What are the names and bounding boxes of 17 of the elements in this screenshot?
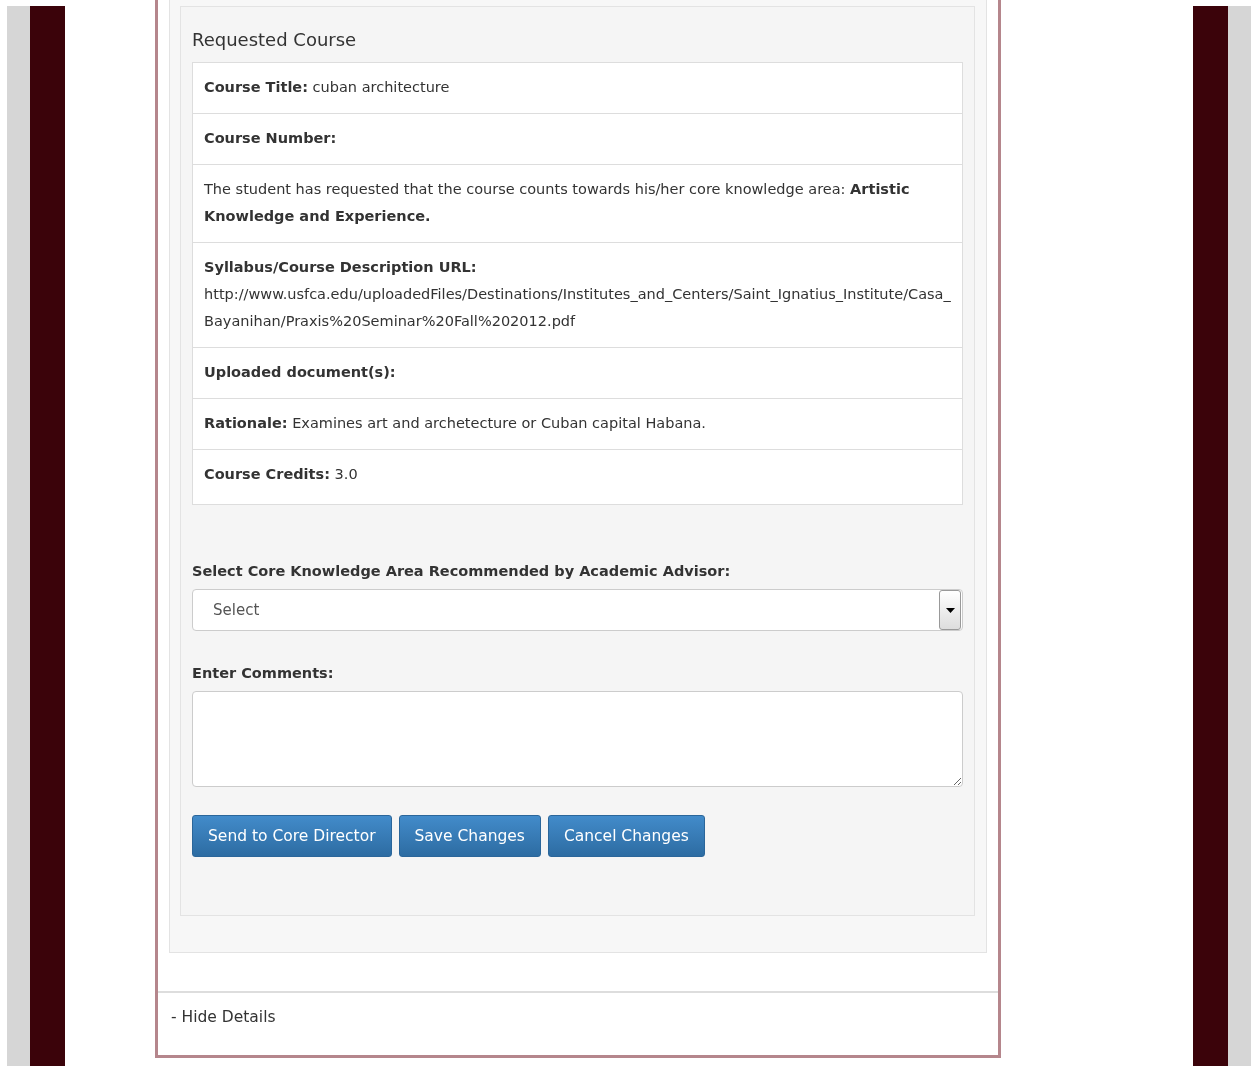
detail-text: Rationale: Examines art and archetecture or Cuban capital Habana.	[204, 415, 706, 431]
detail-text: Course Number:	[204, 130, 337, 146]
detail-text: Uploaded document(s):	[204, 364, 396, 380]
comments-field[interactable]	[192, 691, 963, 787]
caret-icon	[945, 607, 955, 613]
detail-text: The student has requested that the course counts towards his/her core knowledge area: Artistic Knowledge and Experience.	[204, 181, 910, 224]
detail-text: Course Credits: 3.0	[204, 466, 358, 482]
select-dropdown[interactable]: Select	[192, 589, 963, 631]
detail-text: Syllabus/Course Description URL: http://www.usfca.edu/uploadedFiles/Destinations/Institutes_and_Centers/Saint_Ignatius_Institute/Casa_Bayanihan/Praxis%20Seminar%20Fall%202012.pdf	[204, 259, 951, 329]
action-button[interactable]: Cancel Changes	[547, 815, 705, 857]
hide-details-link[interactable]: - Hide Details	[158, 991, 998, 1043]
detail-text: Course Title: cuban architecture	[204, 79, 450, 95]
section-title: Requested Course	[192, 28, 358, 52]
comments-label: Enter Comments:	[192, 665, 335, 681]
action-button[interactable]: Send to Core Director	[192, 815, 392, 857]
action-button[interactable]: Save Changes	[398, 815, 541, 857]
select-label: Select Core Knowledge Area Recommended by Academic Advisor:	[192, 563, 732, 579]
